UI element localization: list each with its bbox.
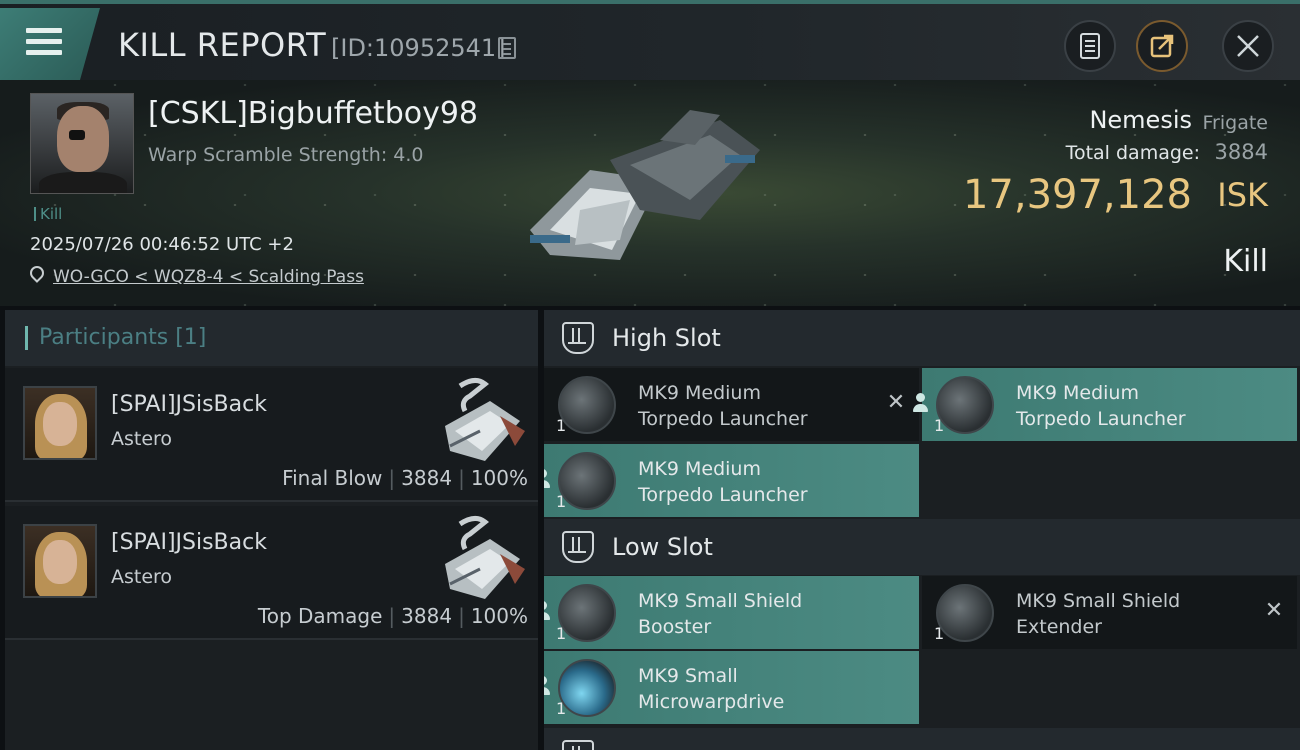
destroyed-icon: ✕ [886,390,906,415]
participant-damage: 3884 [401,466,453,490]
module-name: MK9 Medium Torpedo Launcher [1016,380,1256,432]
module-name-line2: Torpedo Launcher [638,408,808,430]
module-item[interactable]: 1 MK9 Small Microwarpdrive [544,651,919,724]
module-item[interactable]: 1 MK9 Medium Torpedo Launcher [913,368,1297,441]
dropped-person-icon [910,392,932,414]
hamburger-icon [26,28,62,61]
module-item[interactable]: 1 MK9 Medium Torpedo Launcher [544,444,919,517]
high-slot-icon [562,322,594,354]
high-slot-header: High Slot [544,310,1300,366]
close-icon [1237,35,1259,57]
header-bar: KILL REPORT [ID:10952541] [0,0,1300,80]
participant-avatar[interactable] [23,386,97,460]
module-name: MK9 Small Shield Booster [638,588,878,640]
participant-stats: Final Blow | 3884 | 100% [282,466,528,490]
total-damage-label: Total damage: [1065,142,1200,164]
victim-ship-name[interactable]: Nemesis [1089,106,1192,134]
isk-value: 17,397,128 [962,172,1192,218]
module-name: MK9 Small Shield Extender [1016,588,1256,640]
module-item[interactable]: 1 MK9 Medium Torpedo Launcher ✕ [544,368,919,441]
module-name: MK9 Small Microwarpdrive [638,663,878,715]
participant-ship-image [445,378,525,461]
module-name-line2: Torpedo Launcher [1016,408,1186,430]
participant-stats: Top Damage | 3884 | 100% [257,604,528,628]
participant-card[interactable]: [SPAI]JSisBack Astero Final Blow | 3884 | 10… [5,368,538,502]
close-button[interactable] [1222,20,1274,72]
module-name-line1: MK9 Small Shield [638,590,803,612]
participant-ship-image [445,516,525,599]
shield-booster-icon [558,584,616,642]
module-name-line1: MK9 Small Shield [1016,590,1181,612]
module-name-line2: Torpedo Launcher [638,484,808,506]
module-name-line1: MK9 Small [638,665,738,687]
victim-name[interactable]: [CSKL]Bigbuffetboy98 [148,96,478,131]
destroyed-icon: ✕ [1264,598,1284,623]
total-damage-value: 3884 [1214,140,1268,164]
module-name-line2: Extender [1016,616,1102,638]
kill-datetime: 2025/07/26 00:46:52 UTC +2 [30,234,294,255]
participant-damage: 3884 [401,604,453,628]
module-quantity: 1 [556,492,567,511]
low-slot-icon [562,531,594,563]
low-slot-header: Low Slot [544,519,1300,575]
fitting-panel: High Slot 1 MK9 Medium Torpedo Launcher … [544,310,1300,750]
module-name-line1: MK9 Medium [638,382,761,404]
module-name-line2: Microwarpdrive [638,691,785,713]
dropped-person-icon [544,468,554,490]
module-quantity: 1 [934,624,945,643]
module-quantity: 1 [556,624,567,643]
page-title: KILL REPORT [118,26,327,64]
participant-ship: Astero [111,566,173,588]
kill-tag: Kill [34,205,62,223]
share-icon [1150,34,1174,58]
document-icon [1080,33,1100,59]
next-slot-header [544,728,1300,750]
module-name: MK9 Medium Torpedo Launcher [638,380,878,432]
participant-ship: Astero [111,428,173,450]
participants-title: Participants [1] [39,325,207,350]
participant-avatar[interactable] [23,524,97,598]
module-quantity: 1 [934,416,945,435]
victim-ship-class: Frigate [1202,112,1268,134]
participant-card[interactable]: [SPAI]JSisBack Astero Top Damage | 3884 | 10… [5,506,538,640]
participants-header: Participants [1] [5,310,538,366]
torpedo-launcher-icon [558,376,616,434]
module-name: MK9 Medium Torpedo Launcher [638,456,878,508]
warp-scramble-strength: Warp Scramble Strength: 4.0 [148,144,424,166]
share-button[interactable] [1136,20,1188,72]
torpedo-launcher-icon [558,452,616,510]
participant-name: [SPAI]JSisBack [111,530,267,555]
torpedo-launcher-icon [936,376,994,434]
participant-role: Final Blow [282,466,383,490]
module-name-line1: MK9 Medium [1016,382,1139,404]
kill-type-label: Kill [1223,244,1268,279]
victim-portrait[interactable] [30,93,134,194]
participant-role: Top Damage [257,604,383,628]
dropped-person-icon [544,675,554,697]
participants-panel: Participants [1] [SPAI]JSisBack Astero F… [5,310,538,750]
module-item[interactable]: 1 MK9 Small Shield Extender ✕ [922,576,1297,649]
document-button[interactable] [1064,20,1116,72]
module-name-line1: MK9 Medium [638,458,761,480]
victim-ship-image [530,110,760,260]
menu-button[interactable] [0,8,100,80]
isk-unit: ISK [1217,176,1268,214]
kill-location-link[interactable]: WO-GCO < WQZ8-4 < Scalding Pass [53,267,364,287]
participant-percent: 100% [470,604,528,628]
participant-name: [SPAI]JSisBack [111,392,267,417]
report-id: [ID:10952541] [331,34,506,62]
module-item[interactable]: 1 MK9 Small Shield Booster [544,576,919,649]
dropped-person-icon [544,600,554,622]
high-slot-title: High Slot [612,324,721,352]
low-slot-title: Low Slot [612,533,713,561]
module-name-line2: Booster [638,616,712,638]
copy-icon[interactable] [498,37,516,59]
shield-extender-icon [936,584,994,642]
module-quantity: 1 [556,416,567,435]
module-quantity: 1 [556,699,567,718]
slot-icon [562,740,594,750]
participant-percent: 100% [470,466,528,490]
microwarpdrive-icon [558,659,616,717]
